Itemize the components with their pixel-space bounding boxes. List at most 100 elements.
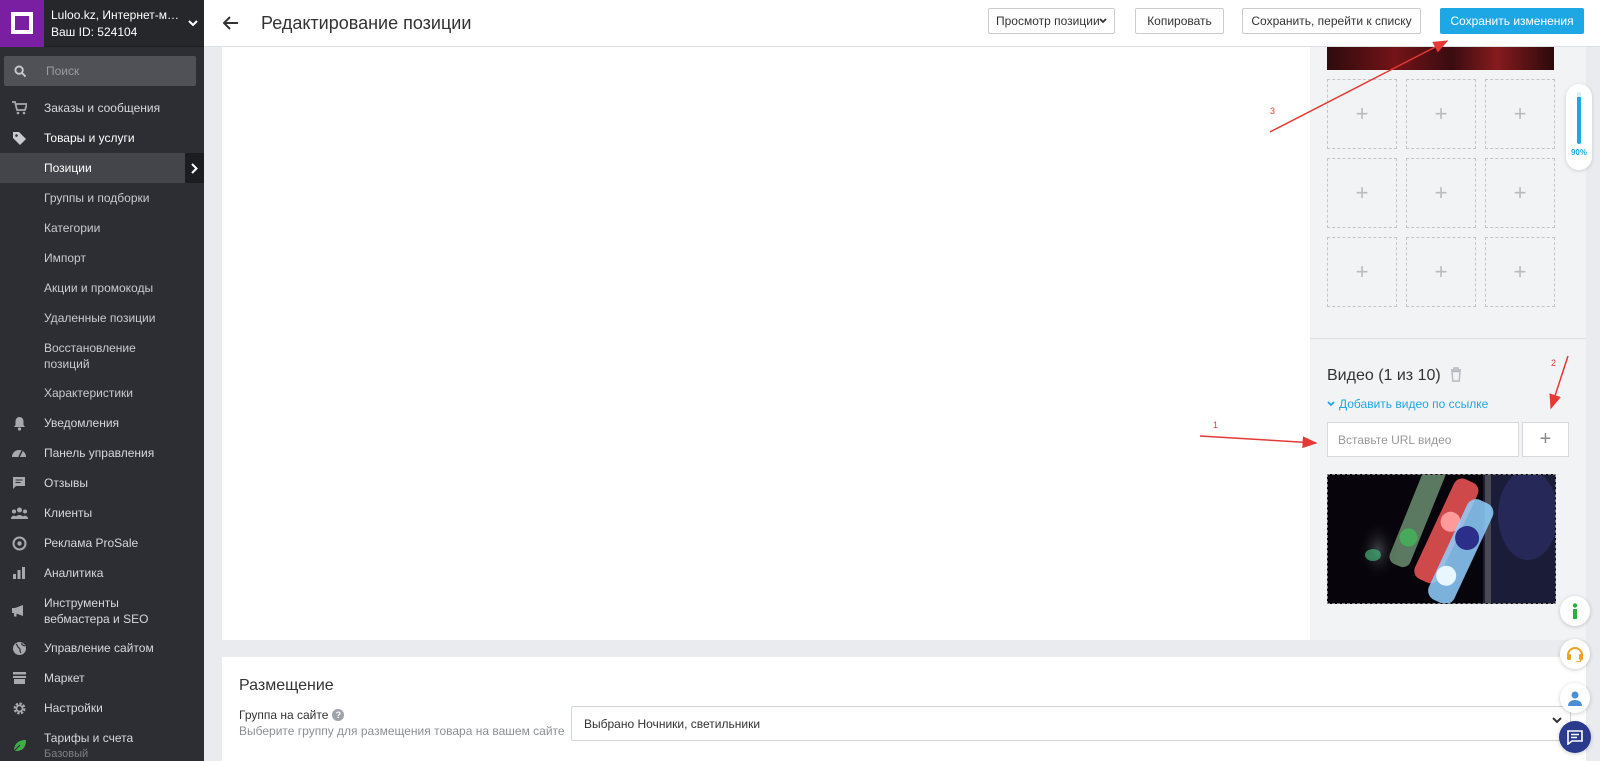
sidebar-item-deleted[interactable]: Удаленные позиции — [0, 303, 204, 333]
sidebar-item-label: Характеристики — [44, 386, 133, 400]
sidebar-item-notifications[interactable]: Уведомления — [0, 408, 204, 438]
plus-icon: + — [1355, 259, 1369, 284]
search-input[interactable] — [36, 64, 186, 78]
account-name: Luloo.kz, Интернет-магазин — [51, 7, 179, 22]
target-icon — [0, 536, 36, 551]
video-thumbnail[interactable] — [1327, 474, 1556, 604]
help-icon[interactable]: ? — [332, 709, 345, 721]
info-button[interactable] — [1560, 596, 1590, 626]
save-changes-button[interactable]: Сохранить изменения — [1440, 8, 1584, 34]
add-video-by-link[interactable]: Добавить видео по ссылке — [1327, 397, 1488, 411]
photo-slot[interactable]: + — [1327, 79, 1397, 149]
photo-slot[interactable]: + — [1406, 237, 1476, 307]
sidebar-item-positions[interactable]: Позиции — [0, 153, 204, 183]
sidebar-item-label: Управление сайтом — [44, 641, 154, 655]
progress-track — [1577, 92, 1581, 144]
sidebar-item-promos[interactable]: Акции и промокоды — [0, 273, 204, 303]
sidebar-item-characteristics[interactable]: Характеристики — [0, 378, 204, 408]
add-video-link-label: Добавить видео по ссылке — [1339, 397, 1489, 411]
sidebar-item-analytics[interactable]: Аналитика — [0, 558, 204, 588]
sidebar-item-dashboard[interactable]: Панель управления — [0, 438, 204, 468]
photo-slot[interactable]: + — [1406, 79, 1476, 149]
sidebar-item-reviews[interactable]: Отзывы — [0, 468, 204, 498]
sidebar-item-orders[interactable]: Заказы и сообщения — [0, 93, 204, 123]
completeness-meter[interactable]: 90% — [1566, 84, 1592, 170]
chevron-down-icon — [1099, 18, 1107, 24]
photo-slot[interactable]: + — [1485, 158, 1555, 228]
sidebar-item-settings[interactable]: Настройки — [0, 693, 204, 723]
sidebar-item-groups[interactable]: Группы и подборки — [0, 183, 204, 213]
sidebar-item-seo[interactable]: Инструменты вебмастера и SEO — [0, 588, 204, 633]
sidebar-item-clients[interactable]: Клиенты — [0, 498, 204, 528]
media-column: + + + + + + + + + Видео (1 из 10) Добави… — [1310, 47, 1586, 640]
chevron-down-icon — [1552, 717, 1562, 724]
sidebar-item-label: Реклама ProSale — [44, 536, 139, 550]
store-icon — [0, 671, 36, 685]
save-and-list-label: Сохранить, перейти к списку — [1251, 14, 1412, 28]
chat-button[interactable] — [1559, 721, 1591, 753]
sidebar-item-market[interactable]: Маркет — [0, 663, 204, 693]
sidebar-item-label: Уведомления — [44, 416, 120, 430]
plus-icon: + — [1513, 259, 1527, 284]
copy-button-label: Копировать — [1147, 14, 1212, 28]
sidebar-item-label: Панель управления — [44, 446, 155, 460]
review-icon — [0, 476, 36, 490]
save-changes-label: Сохранить изменения — [1450, 14, 1574, 28]
plus-icon: + — [1539, 428, 1552, 450]
sidebar-item-tariffs[interactable]: Тарифы и счета Базовый — [0, 723, 204, 761]
chevron-right-icon — [185, 153, 204, 183]
site-group-select[interactable]: Выбрано Ночники, светильники — [571, 706, 1571, 741]
sidebar-item-label: Удаленные позиции — [44, 311, 156, 325]
sidebar-nav: Заказы и сообщения Товары и услуги Позиц… — [0, 93, 204, 761]
leaf-icon — [0, 738, 36, 753]
sidebar-item-label: Отзывы — [44, 476, 88, 490]
annotation-label-1: 1 — [1213, 420, 1219, 430]
copy-button[interactable]: Копировать — [1135, 8, 1224, 34]
photo-slot[interactable]: + — [1327, 158, 1397, 228]
sidebar-item-label: Акции и промокоды — [44, 281, 154, 295]
chevron-down-icon[interactable] — [182, 16, 204, 30]
plus-icon: + — [1434, 259, 1448, 284]
back-button[interactable] — [211, 0, 251, 47]
manager-button[interactable] — [1560, 683, 1590, 713]
photo-slot[interactable]: + — [1327, 237, 1397, 307]
sidebar-item-label: Позиции — [44, 161, 92, 175]
video-section-title: Видео (1 из 10) — [1327, 367, 1441, 384]
account-switcher[interactable]: Luloo.kz, Интернет-магазин Ваш ID: 52410… — [0, 0, 204, 47]
sidebar-item-site[interactable]: Управление сайтом — [0, 633, 204, 663]
plus-icon: + — [1434, 101, 1448, 126]
sidebar-item-label: Восстановление позиций — [44, 340, 136, 371]
photo-slot[interactable]: + — [1485, 237, 1555, 307]
sidebar: Luloo.kz, Интернет-магазин Ваш ID: 52410… — [0, 0, 204, 761]
sidebar-item-categories[interactable]: Категории — [0, 213, 204, 243]
sidebar-item-prosale[interactable]: Реклама ProSale — [0, 528, 204, 558]
video-url-input[interactable] — [1327, 422, 1519, 457]
search-icon — [4, 64, 36, 78]
sidebar-item-restore[interactable]: Восстановление позиций — [0, 333, 204, 378]
photo-slot[interactable]: + — [1406, 158, 1476, 228]
site-group-label: Группа на сайте ? — [239, 708, 345, 722]
view-position-dropdown[interactable]: Просмотр позиции — [988, 8, 1115, 34]
plus-icon: + — [1355, 180, 1369, 205]
account-id: Ваш ID: 524104 — [51, 24, 138, 39]
sidebar-item-import[interactable]: Импорт — [0, 243, 204, 273]
gear-icon — [0, 701, 36, 716]
cart-icon — [0, 101, 36, 115]
plus-icon: + — [1355, 101, 1369, 126]
page-header: Редактирование позиции Просмотр позиции … — [204, 0, 1600, 47]
trash-icon[interactable] — [1450, 367, 1462, 387]
placement-title: Размещение — [239, 677, 334, 694]
sidebar-item-label: Тарифы и счета — [44, 730, 134, 745]
plus-icon: + — [1513, 180, 1527, 205]
section-divider — [1310, 338, 1586, 339]
save-and-list-button[interactable]: Сохранить, перейти к списку — [1242, 8, 1421, 34]
sidebar-item-label: Заказы и сообщения — [44, 101, 161, 115]
photo-slot[interactable]: + — [1485, 79, 1555, 149]
info-icon — [1572, 603, 1578, 619]
sidebar-item-products[interactable]: Товары и услуги — [0, 123, 204, 153]
product-photo[interactable] — [1327, 47, 1554, 70]
support-button[interactable] — [1560, 639, 1590, 669]
company-logo — [0, 0, 44, 47]
globe-icon — [0, 641, 36, 656]
add-video-button[interactable]: + — [1522, 422, 1569, 457]
